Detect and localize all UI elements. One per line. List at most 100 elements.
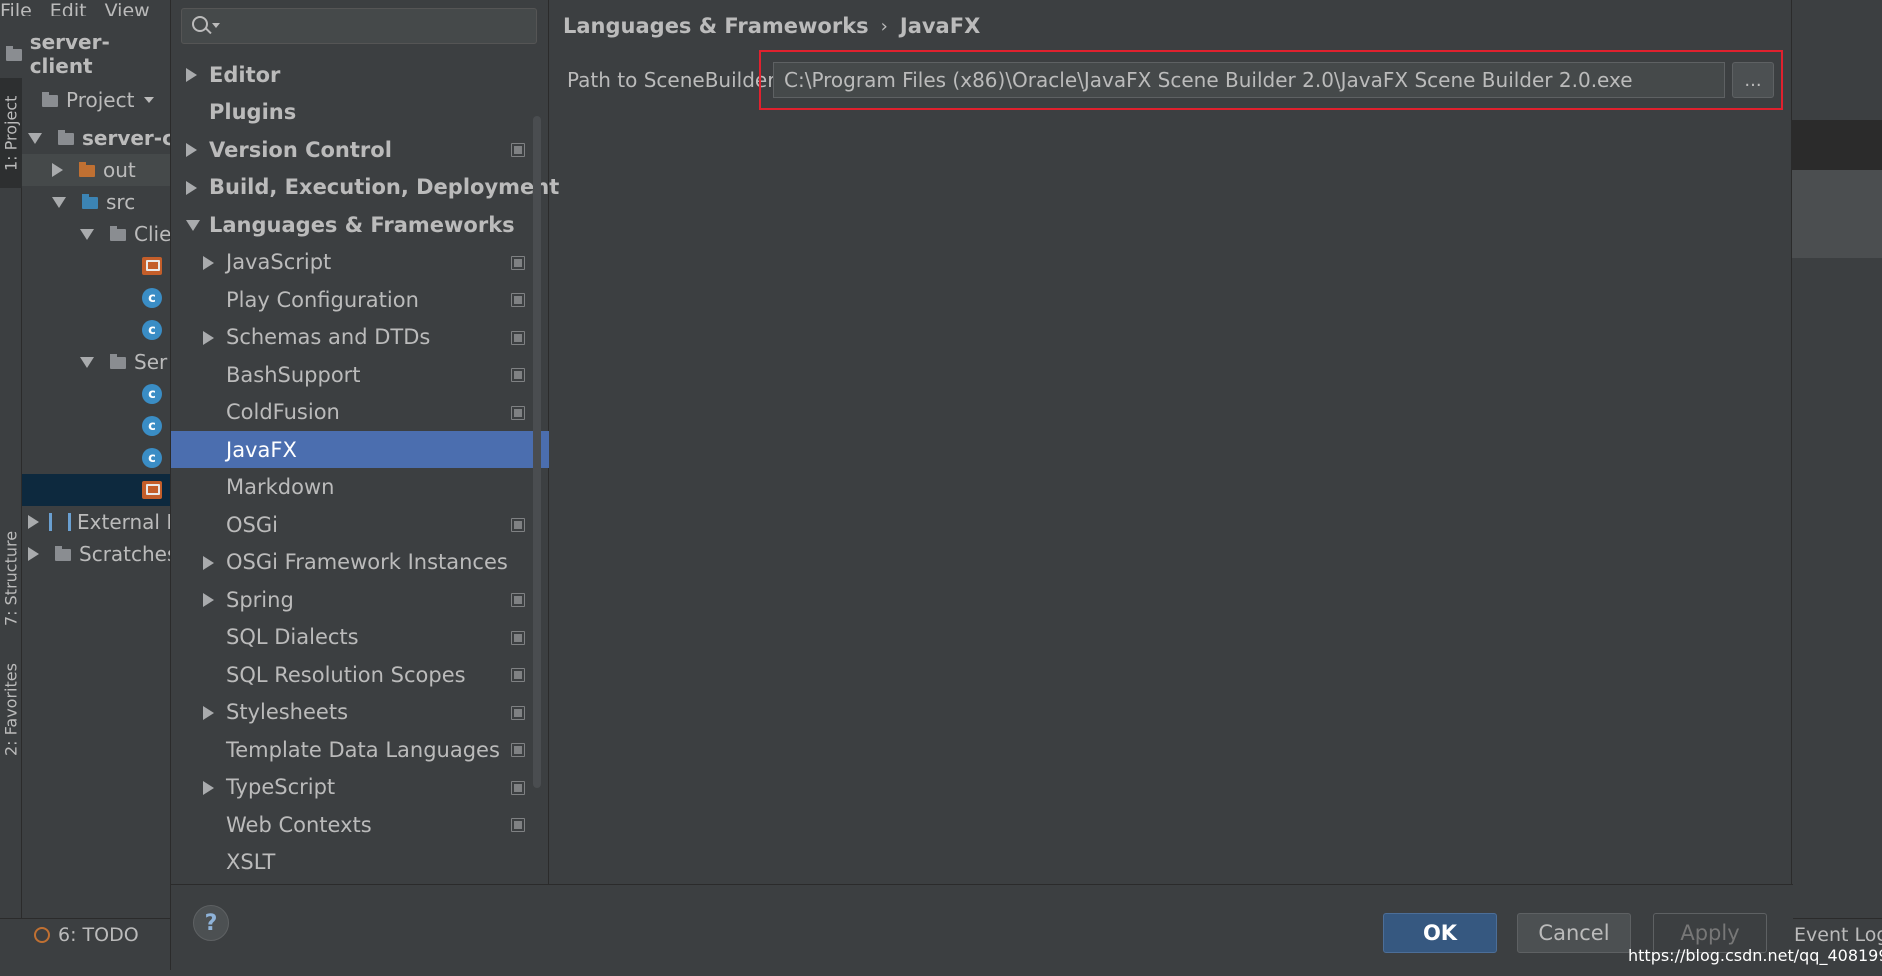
chevron-down-icon bbox=[212, 23, 220, 28]
collapse-icon[interactable] bbox=[52, 163, 63, 177]
settings-nav-label: Stylesheets bbox=[226, 700, 349, 724]
help-button[interactable]: ? bbox=[193, 905, 229, 941]
browse-button[interactable]: ... bbox=[1732, 62, 1774, 98]
breadcrumb-parent[interactable]: Languages & Frameworks bbox=[563, 14, 869, 38]
settings-nav-label: TypeScript bbox=[226, 775, 336, 799]
search-icon bbox=[192, 16, 208, 32]
settings-nav-label: Build, Execution, Deployment bbox=[209, 175, 560, 199]
settings-nav-item[interactable]: Build, Execution, Deployment bbox=[171, 169, 559, 206]
project-level-icon bbox=[511, 593, 525, 607]
tree-file-selected[interactable] bbox=[22, 474, 170, 506]
tree-file[interactable]: c bbox=[142, 314, 162, 346]
collapse-icon[interactable] bbox=[28, 515, 39, 529]
tree-root[interactable]: server-cl bbox=[28, 122, 170, 154]
project-level-icon bbox=[511, 405, 525, 420]
project-level-icon bbox=[511, 293, 525, 307]
chevron-down-icon[interactable] bbox=[144, 97, 155, 103]
module-icon bbox=[58, 130, 74, 146]
settings-search[interactable] bbox=[181, 8, 537, 44]
event-log-tab[interactable]: Event Log bbox=[1794, 924, 1882, 946]
settings-nav-label: Editor bbox=[209, 62, 281, 87]
expand-icon[interactable] bbox=[28, 132, 42, 144]
settings-nav-item[interactable]: JavaScript bbox=[171, 244, 549, 281]
sidebar-scrollbar[interactable] bbox=[533, 116, 541, 788]
project-level-icon bbox=[511, 743, 525, 757]
settings-nav-item[interactable]: JavaFX bbox=[171, 431, 549, 468]
settings-nav-item[interactable]: Spring bbox=[171, 581, 549, 618]
menu-bar: File Edit View bbox=[0, 0, 190, 16]
breadcrumb-current: JavaFX bbox=[899, 14, 981, 38]
settings-nav-item[interactable]: Editor bbox=[171, 56, 549, 93]
settings-nav-item[interactable]: BashSupport bbox=[171, 356, 549, 393]
project-folder-icon bbox=[6, 46, 22, 62]
settings-nav-item[interactable]: Schemas and DTDs bbox=[171, 319, 549, 356]
tab-project[interactable]: 1: Project bbox=[0, 78, 22, 188]
expand-icon[interactable] bbox=[52, 196, 66, 208]
breadcrumb: Languages & Frameworks › JavaFX bbox=[563, 10, 980, 42]
settings-nav-item[interactable]: Version Control bbox=[171, 131, 549, 168]
tree-file[interactable] bbox=[142, 250, 162, 282]
settings-nav-item[interactable]: Markdown bbox=[171, 469, 549, 506]
expand-icon[interactable] bbox=[80, 228, 94, 240]
tree-file[interactable]: c bbox=[142, 410, 162, 442]
scratches-icon bbox=[55, 546, 71, 562]
tree-server[interactable]: Ser bbox=[80, 346, 167, 378]
collapse-arrow-icon[interactable] bbox=[186, 220, 200, 231]
tree-scratches[interactable]: Scratches bbox=[28, 538, 170, 570]
settings-nav-item[interactable]: Template Data Languages bbox=[171, 731, 549, 768]
expand-arrow-icon[interactable] bbox=[203, 255, 214, 270]
tree-file[interactable]: c bbox=[142, 378, 162, 410]
todo-tab[interactable]: 6: TODO bbox=[34, 924, 139, 946]
tree-root-label: server-cl bbox=[82, 126, 170, 150]
settings-nav-item[interactable]: Languages & Frameworks bbox=[171, 206, 549, 243]
expand-icon[interactable] bbox=[80, 356, 94, 368]
expand-arrow-icon[interactable] bbox=[186, 180, 197, 195]
todo-icon bbox=[34, 927, 50, 943]
settings-nav-item[interactable]: XSLT bbox=[171, 844, 549, 881]
tree-client[interactable]: Clie bbox=[80, 218, 170, 250]
menu-view[interactable]: View bbox=[105, 0, 150, 16]
expand-arrow-icon[interactable] bbox=[203, 593, 214, 607]
expand-arrow-icon[interactable] bbox=[203, 705, 214, 720]
tree-external-label: External L bbox=[77, 510, 170, 534]
settings-nav-label: Spring bbox=[226, 587, 294, 612]
ok-button[interactable]: OK bbox=[1383, 913, 1497, 953]
tab-favorites[interactable]: 2: Favorites bbox=[0, 650, 22, 770]
scenebuilder-path-input[interactable] bbox=[773, 62, 1725, 98]
package-icon bbox=[110, 354, 126, 370]
settings-nav-label: OSGi bbox=[226, 512, 278, 537]
settings-nav-label: SQL Dialects bbox=[226, 625, 359, 649]
tree-src[interactable]: src bbox=[52, 186, 135, 218]
expand-arrow-icon[interactable] bbox=[186, 68, 197, 82]
settings-nav-item[interactable]: SQL Dialects bbox=[171, 619, 549, 656]
settings-nav-item[interactable]: ColdFusion bbox=[171, 394, 549, 431]
project-level-icon bbox=[511, 255, 525, 270]
cancel-button[interactable]: Cancel bbox=[1517, 913, 1631, 953]
project-level-icon bbox=[511, 330, 525, 345]
expand-arrow-icon[interactable] bbox=[203, 330, 214, 345]
settings-nav-item[interactable]: OSGi Framework Instances bbox=[171, 544, 549, 581]
expand-arrow-icon[interactable] bbox=[203, 780, 214, 795]
project-panel-header[interactable]: Project bbox=[22, 78, 170, 122]
settings-nav-item[interactable]: Plugins bbox=[171, 94, 549, 131]
settings-nav-item[interactable]: Stylesheets bbox=[171, 694, 549, 731]
tree-out[interactable]: out bbox=[22, 154, 170, 186]
settings-nav-label: JavaScript bbox=[226, 250, 332, 274]
todo-label: 6: TODO bbox=[58, 924, 139, 946]
settings-nav-item[interactable]: TypeScript bbox=[171, 769, 549, 806]
tree-file[interactable]: c bbox=[142, 442, 162, 474]
settings-nav-item[interactable]: SQL Resolution Scopes bbox=[171, 656, 549, 693]
expand-arrow-icon[interactable] bbox=[186, 143, 197, 157]
settings-nav-item[interactable]: OSGi bbox=[171, 506, 549, 543]
tree-scratches-label: Scratches bbox=[79, 542, 170, 566]
collapse-icon[interactable] bbox=[28, 547, 39, 561]
settings-nav-item[interactable]: Play Configuration bbox=[171, 281, 549, 318]
tree-external[interactable]: External L bbox=[28, 506, 170, 538]
menu-edit[interactable]: Edit bbox=[50, 0, 87, 16]
tree-src-label: src bbox=[106, 190, 136, 214]
tree-file[interactable]: c bbox=[142, 282, 162, 314]
tab-structure[interactable]: 7: Structure bbox=[0, 518, 22, 638]
expand-arrow-icon[interactable] bbox=[203, 555, 214, 570]
menu-file[interactable]: File bbox=[0, 0, 32, 16]
settings-nav-item[interactable]: Web Contexts bbox=[171, 806, 549, 843]
